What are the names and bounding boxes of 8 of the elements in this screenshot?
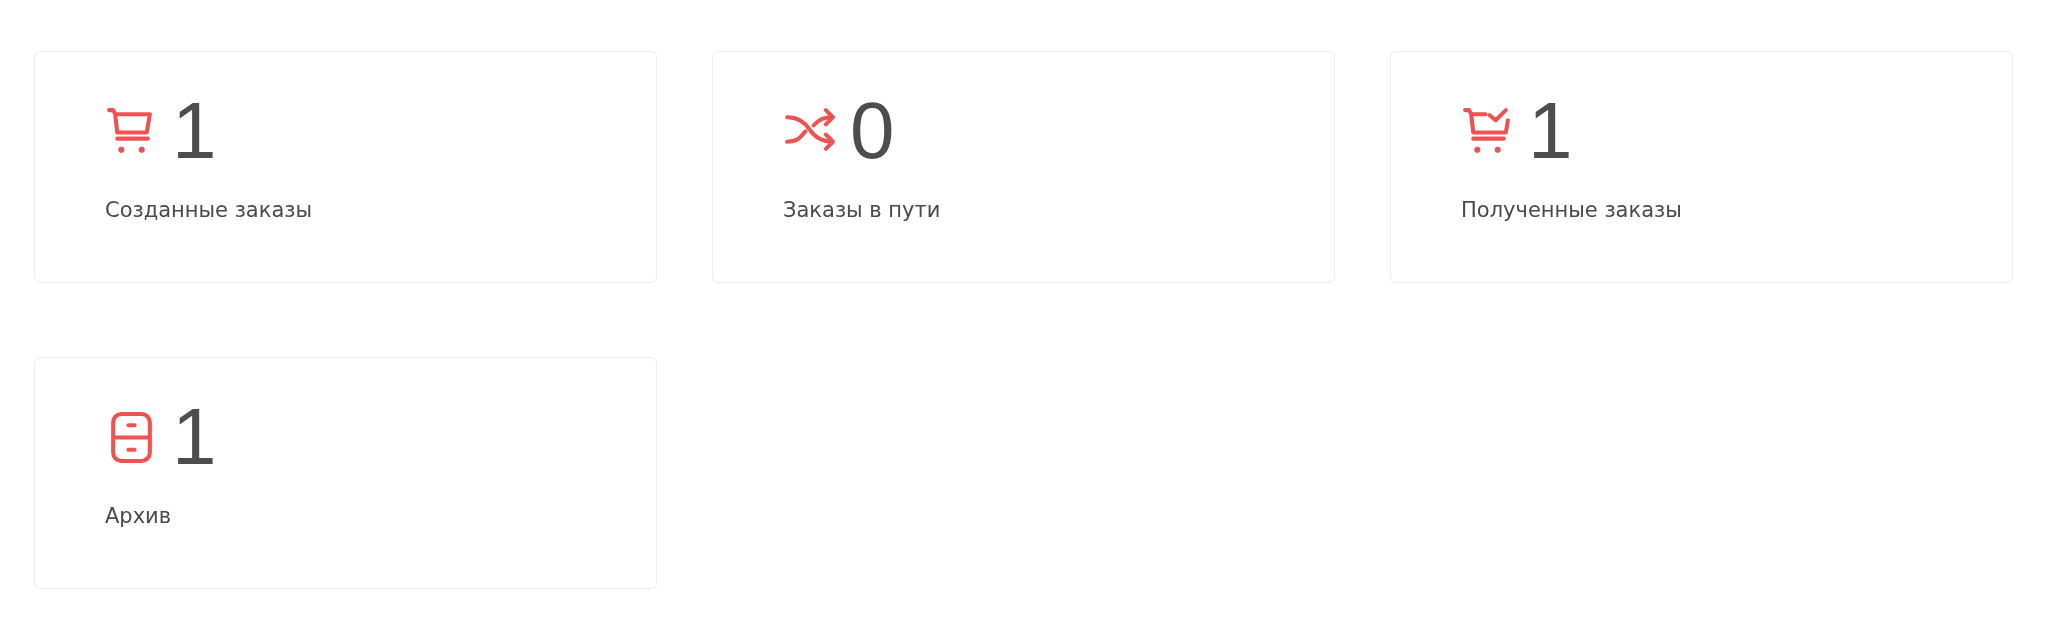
card-label: Заказы в пути — [783, 198, 941, 222]
count: 0 — [850, 91, 895, 171]
count: 1 — [172, 397, 217, 477]
card-label: Архив — [105, 504, 172, 528]
count: 1 — [172, 91, 217, 171]
card-label: Полученные заказы — [1461, 198, 1682, 222]
card-label: Созданные заказы — [105, 198, 313, 222]
count: 1 — [1528, 91, 1573, 171]
